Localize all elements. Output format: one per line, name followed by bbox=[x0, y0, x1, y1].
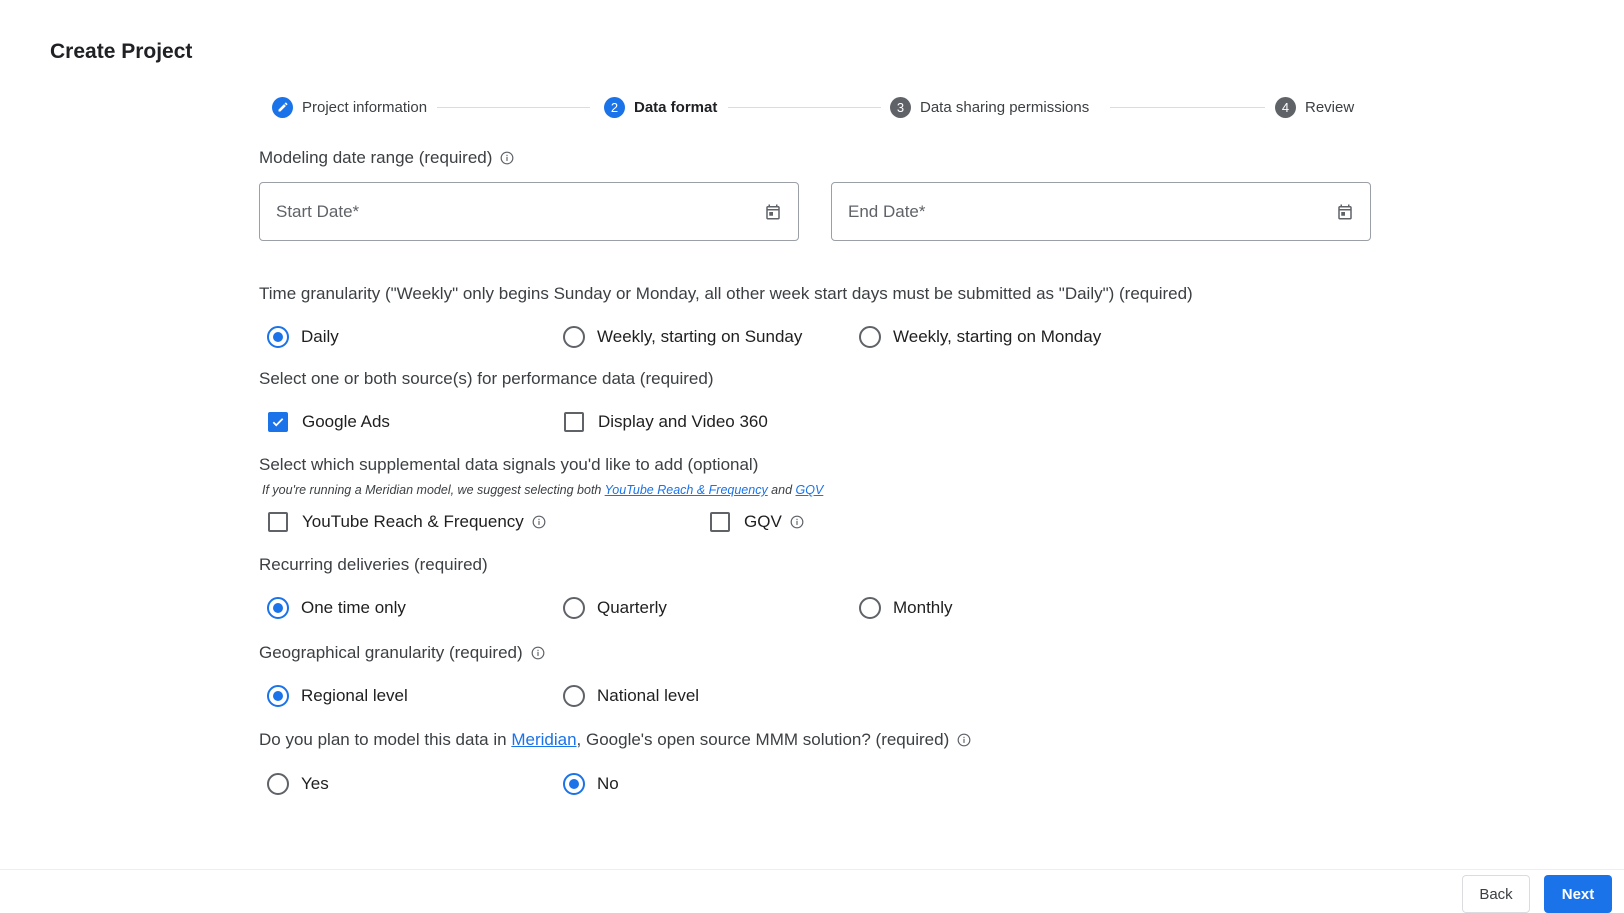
step-number: 3 bbox=[890, 96, 911, 118]
step-label: Data format bbox=[634, 98, 718, 116]
pencil-icon bbox=[272, 96, 293, 118]
back-button[interactable]: Back bbox=[1462, 875, 1530, 913]
option-label: National level bbox=[597, 686, 700, 705]
step-number: 2 bbox=[604, 96, 625, 118]
option-label: Daily bbox=[301, 327, 339, 346]
supplemental-signals-label: Select which supplemental data signals y… bbox=[259, 455, 759, 474]
radio-button[interactable] bbox=[859, 326, 881, 348]
date-range-label-text: Modeling date range (required) bbox=[259, 148, 493, 167]
radio-regional-level[interactable]: Regional level bbox=[267, 684, 408, 708]
step-connector bbox=[1110, 107, 1265, 108]
calendar-icon[interactable] bbox=[764, 203, 782, 221]
start-date-placeholder: Start Date* bbox=[276, 202, 360, 221]
radio-one-time-only[interactable]: One time only bbox=[267, 596, 406, 620]
end-date-field[interactable]: End Date* bbox=[831, 182, 1371, 241]
checkbox-display-video-360[interactable]: Display and Video 360 bbox=[564, 410, 768, 434]
meridian-question-label: Do you plan to model this data in Meridi… bbox=[259, 730, 971, 750]
hint-text: and bbox=[767, 483, 796, 497]
option-label: Quarterly bbox=[597, 598, 667, 617]
calendar-icon[interactable] bbox=[1336, 203, 1354, 221]
radio-button[interactable] bbox=[563, 597, 585, 619]
checkbox[interactable] bbox=[268, 412, 288, 432]
option-label: One time only bbox=[301, 598, 406, 617]
next-button[interactable]: Next bbox=[1544, 875, 1612, 913]
time-granularity-label: Time granularity ("Weekly" only begins S… bbox=[259, 284, 1193, 303]
checkbox-gqv[interactable]: GQV bbox=[710, 510, 804, 534]
end-date-placeholder: End Date* bbox=[848, 202, 926, 221]
checkbox-youtube-reach-frequency[interactable]: YouTube Reach & Frequency bbox=[268, 510, 546, 534]
info-icon[interactable] bbox=[790, 515, 804, 529]
stepper: Project information 2 Data format 3 Data… bbox=[272, 94, 1357, 120]
supplemental-hint: If you're running a Meridian model, we s… bbox=[262, 483, 823, 497]
checkbox[interactable] bbox=[268, 512, 288, 532]
radio-no[interactable]: No bbox=[563, 772, 619, 796]
meridian-label-prefix: Do you plan to model this data in bbox=[259, 730, 512, 749]
radio-button[interactable] bbox=[859, 597, 881, 619]
checkbox[interactable] bbox=[710, 512, 730, 532]
radio-button[interactable] bbox=[563, 773, 585, 795]
option-label: Google Ads bbox=[302, 412, 390, 431]
meridian-label-suffix: , Google's open source MMM solution? (re… bbox=[576, 730, 950, 749]
geo-granularity-label: Geographical granularity (required) bbox=[259, 643, 545, 663]
meridian-link[interactable]: Meridian bbox=[511, 730, 576, 750]
radio-weekly-sunday[interactable]: Weekly, starting on Sunday bbox=[563, 325, 802, 349]
step-project-information[interactable]: Project information bbox=[272, 94, 427, 120]
option-label: GQV bbox=[744, 512, 782, 531]
footer-divider bbox=[0, 869, 1624, 870]
radio-button[interactable] bbox=[267, 773, 289, 795]
step-number: 4 bbox=[1275, 96, 1296, 118]
performance-sources-label: Select one or both source(s) for perform… bbox=[259, 369, 714, 388]
radio-weekly-monday[interactable]: Weekly, starting on Monday bbox=[859, 325, 1101, 349]
radio-daily[interactable]: Daily bbox=[267, 325, 339, 349]
info-icon[interactable] bbox=[532, 515, 546, 529]
option-label: Display and Video 360 bbox=[598, 412, 768, 431]
radio-button[interactable] bbox=[267, 597, 289, 619]
radio-yes[interactable]: Yes bbox=[267, 772, 329, 796]
start-date-field[interactable]: Start Date* bbox=[259, 182, 799, 241]
step-label: Data sharing permissions bbox=[920, 98, 1090, 116]
radio-national-level[interactable]: National level bbox=[563, 684, 699, 708]
step-data-sharing-permissions[interactable]: 3 Data sharing permissions bbox=[890, 94, 1089, 120]
radio-monthly[interactable]: Monthly bbox=[859, 596, 953, 620]
page-title: Create Project bbox=[50, 40, 193, 63]
option-label: Regional level bbox=[301, 686, 408, 705]
option-label: Weekly, starting on Monday bbox=[893, 327, 1102, 346]
geo-granularity-label-text: Geographical granularity (required) bbox=[259, 643, 523, 662]
hint-text: If you're running a Meridian model, we s… bbox=[262, 483, 605, 497]
radio-button[interactable] bbox=[563, 685, 585, 707]
youtube-rf-link[interactable]: YouTube Reach & Frequency bbox=[605, 483, 768, 497]
option-label: Weekly, starting on Sunday bbox=[597, 327, 803, 346]
checkbox-google-ads[interactable]: Google Ads bbox=[268, 410, 390, 434]
gqv-link[interactable]: GQV bbox=[796, 483, 824, 497]
radio-button[interactable] bbox=[563, 326, 585, 348]
radio-button[interactable] bbox=[267, 326, 289, 348]
radio-button[interactable] bbox=[267, 685, 289, 707]
check-icon bbox=[272, 418, 284, 427]
step-review[interactable]: 4 Review bbox=[1275, 94, 1354, 120]
step-connector bbox=[728, 107, 881, 108]
option-label: YouTube Reach & Frequency bbox=[302, 512, 524, 531]
option-label: No bbox=[597, 774, 619, 793]
info-icon[interactable] bbox=[957, 733, 971, 747]
recurring-deliveries-label: Recurring deliveries (required) bbox=[259, 555, 488, 574]
date-range-label: Modeling date range (required) bbox=[259, 148, 514, 168]
info-icon[interactable] bbox=[531, 646, 545, 660]
checkbox[interactable] bbox=[564, 412, 584, 432]
option-label: Monthly bbox=[893, 598, 953, 617]
step-connector bbox=[437, 107, 590, 108]
step-label: Review bbox=[1305, 98, 1355, 116]
option-label: Yes bbox=[301, 774, 329, 793]
info-icon[interactable] bbox=[500, 151, 514, 165]
radio-quarterly[interactable]: Quarterly bbox=[563, 596, 667, 620]
step-label: Project information bbox=[302, 98, 428, 116]
step-data-format[interactable]: 2 Data format bbox=[604, 94, 717, 120]
